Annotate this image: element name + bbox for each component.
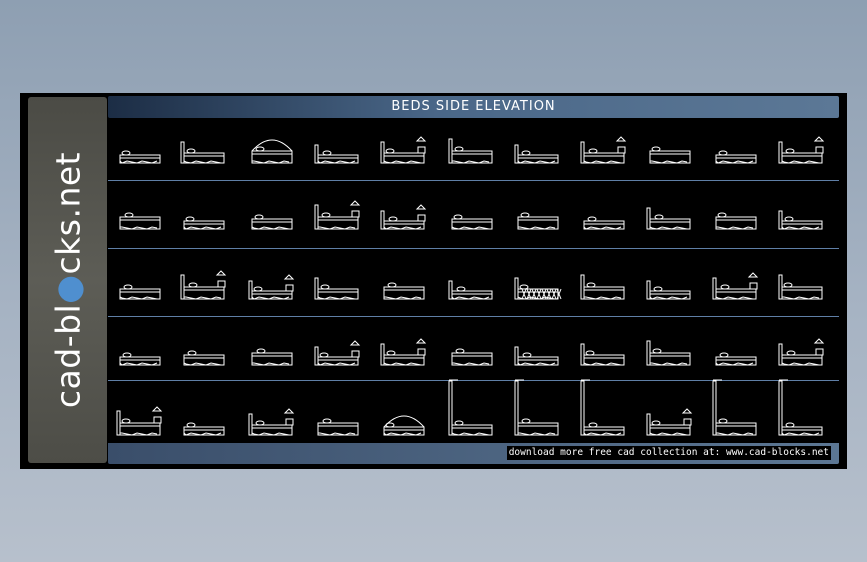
bed-block (778, 379, 823, 436)
bed-block (712, 379, 757, 436)
side-panel: cad-bl●cks.net (28, 97, 107, 463)
bed-block (646, 340, 691, 366)
bed-grid (108, 118, 839, 443)
drawing-title: BEDS SIDE ELEVATION (391, 99, 556, 114)
bed-block (116, 406, 163, 436)
bed-block (580, 136, 627, 164)
bed-block (580, 274, 625, 300)
logo-dot: ● (48, 274, 87, 304)
bed-block (583, 216, 625, 230)
bed-block (646, 280, 691, 300)
bed-block (314, 277, 359, 300)
bed-block (646, 408, 693, 436)
bed-block (778, 210, 823, 230)
download-note: download more free cad collection at: ww… (506, 446, 831, 460)
bed-block (646, 207, 691, 230)
bed-block (248, 408, 295, 436)
bed-block (451, 214, 493, 230)
bed-block (514, 346, 559, 366)
bed-block (715, 212, 757, 230)
bed-block (119, 150, 161, 164)
bed-block (580, 343, 625, 366)
bed-block (251, 348, 293, 366)
bed-block (380, 204, 427, 230)
bed-block (451, 348, 493, 366)
row-separator (108, 248, 839, 249)
bed-block (580, 379, 625, 436)
bed-block (383, 282, 425, 300)
logo: cad-bl●cks.net (48, 152, 87, 408)
title-bar: BEDS SIDE ELEVATION (108, 96, 839, 118)
bed-block (778, 338, 825, 366)
bed-block (514, 379, 559, 436)
bed-block (314, 340, 361, 366)
bed-block (248, 274, 295, 300)
bed-block (183, 422, 225, 436)
bed-block (448, 280, 493, 300)
drawing-sheet: cad-bl●cks.net BEDS SIDE ELEVATION downl… (20, 93, 847, 469)
row-separator (108, 316, 839, 317)
bed-block (514, 144, 559, 164)
bed-block (119, 212, 161, 230)
bed-block (715, 352, 757, 366)
bed-block (183, 350, 225, 366)
bed-block (183, 216, 225, 230)
bed-block (314, 144, 359, 164)
bed-block (778, 136, 825, 164)
bed-block (380, 136, 427, 164)
bed-block (712, 272, 759, 300)
bed-block (649, 146, 691, 164)
bed-block (317, 418, 359, 436)
bed-block (517, 212, 559, 230)
bed-block (514, 277, 562, 300)
bed-block (119, 352, 161, 366)
logo-text-start: cad-bl (48, 303, 87, 409)
bed-block (251, 139, 293, 164)
bed-block (251, 214, 293, 230)
bed-block (383, 415, 425, 436)
bed-block (180, 141, 225, 164)
bed-block (314, 200, 361, 230)
bed-block (448, 379, 493, 436)
bed-block (448, 138, 493, 164)
bed-block (180, 270, 227, 300)
bed-block (119, 284, 161, 300)
bed-block (380, 338, 427, 366)
bed-block (715, 150, 757, 164)
row-separator (108, 180, 839, 181)
logo-text-end: cks.net (48, 151, 87, 275)
footer-bar: download more free cad collection at: ww… (108, 443, 839, 464)
bed-block (778, 274, 823, 300)
